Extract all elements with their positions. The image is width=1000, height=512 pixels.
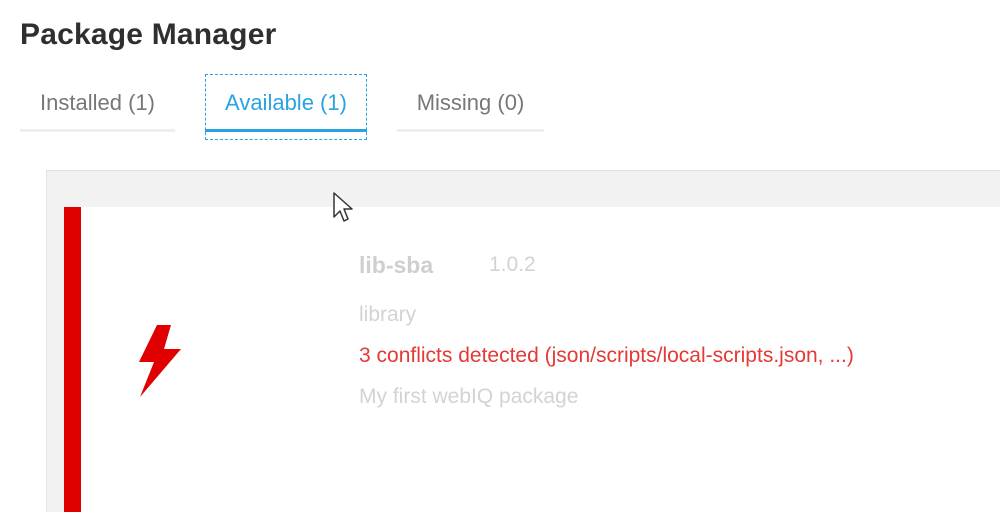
tab-installed[interactable]: Installed (1) — [20, 74, 175, 140]
tab-available[interactable]: Available (1) — [205, 74, 367, 140]
package-card[interactable]: lib-sba 1.0.2 library 3 conflicts detect… — [64, 207, 1000, 512]
package-name: lib-sba — [359, 252, 434, 278]
tab-missing-underline — [397, 129, 544, 132]
tab-available-label: Available (1) — [225, 90, 347, 115]
tab-installed-underline — [20, 129, 175, 132]
tab-available-underline — [205, 129, 367, 132]
tab-missing[interactable]: Missing (0) — [397, 74, 544, 140]
tab-missing-label: Missing (0) — [416, 90, 525, 115]
tab-installed-label: Installed (1) — [40, 90, 155, 115]
page-title: Package Manager — [20, 18, 277, 51]
conflict-status-stripe — [64, 207, 81, 512]
package-manager-page: Package Manager Installed (1) Available … — [0, 0, 1000, 512]
lightning-bolt-icon — [139, 325, 181, 397]
package-version: 1.0.2 — [489, 253, 536, 276]
package-description: My first webIQ package — [359, 385, 579, 408]
package-conflicts: 3 conflicts detected (json/scripts/local… — [359, 344, 854, 367]
package-list-panel: lib-sba 1.0.2 library 3 conflicts detect… — [46, 170, 1000, 512]
package-type: library — [359, 303, 417, 326]
